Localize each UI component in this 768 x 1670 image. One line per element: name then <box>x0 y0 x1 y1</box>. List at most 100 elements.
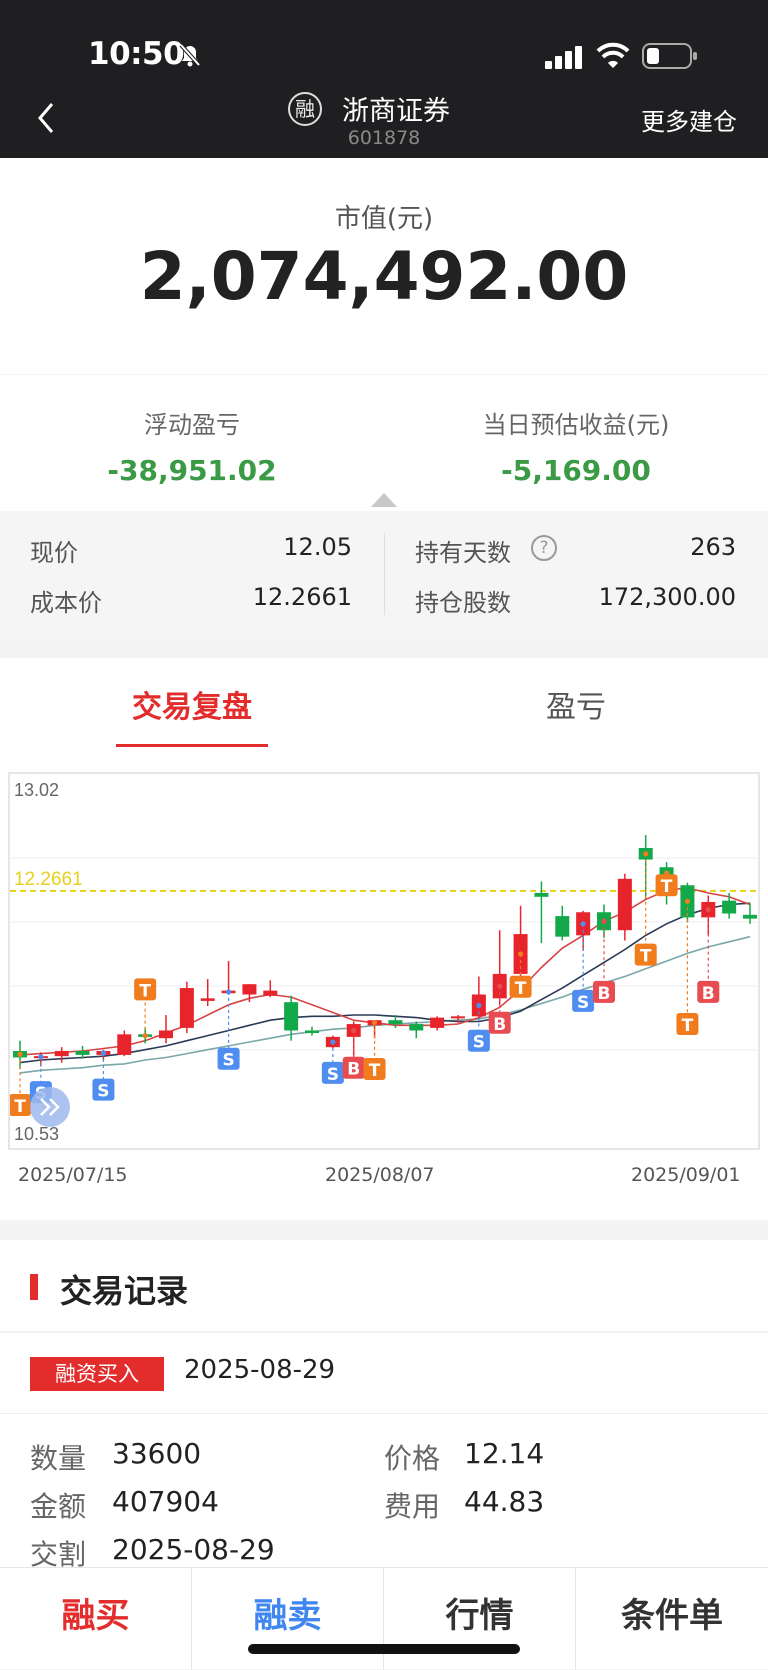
candle-body <box>388 1020 403 1025</box>
marker-dot <box>497 983 503 989</box>
market-value: 2,074,492.00 <box>139 238 629 315</box>
margin-account-logo: 融 <box>288 92 322 126</box>
trade-marker-label: S <box>577 993 589 1013</box>
candle-body <box>743 914 757 919</box>
cellular-signal-icon <box>545 46 582 69</box>
trade-marker-label: T <box>682 1016 694 1036</box>
trade-review-chart: 13.0210.5312.2661TSSTSSBTSBTSBTTTB 2025/… <box>0 750 768 1220</box>
price-label: 价格 <box>384 1442 441 1475</box>
candle-body <box>451 1016 465 1019</box>
trade-marker-label: S <box>473 1033 485 1053</box>
chart-tabs: 交易复盘 盈亏 <box>0 658 768 750</box>
profit-loss-card: 浮动盈亏 -38,951.02 当日预估收益(元) -5,169.00 <box>0 375 768 511</box>
margin-sell-button[interactable]: 融卖 <box>192 1568 384 1670</box>
trade-records-header: 交易记录 <box>0 1240 768 1332</box>
more-build-button[interactable]: 更多建仓 <box>641 102 737 137</box>
marker-dot <box>684 898 691 904</box>
quote-button[interactable]: 行情 <box>384 1568 576 1670</box>
y-max-label: 13.02 <box>14 780 59 800</box>
marker-dot <box>705 907 711 913</box>
amount-value: 407904 <box>112 1485 219 1518</box>
x-tick-label: 2025/09/01 <box>631 1164 741 1186</box>
cost-price-label: 成本价 <box>30 589 102 617</box>
fee-label: 费用 <box>384 1490 441 1523</box>
candle-body <box>54 1051 69 1057</box>
candle-body <box>534 892 549 897</box>
daily-pl-value: -5,169.00 <box>501 454 651 487</box>
candle-body <box>179 988 194 1028</box>
tab-trade-review[interactable]: 交易复盘 <box>0 682 384 726</box>
candle-body <box>722 900 737 914</box>
hold-days-value: 263 <box>690 533 736 561</box>
section-accent-bar <box>30 1274 38 1300</box>
candle-body <box>430 1017 445 1028</box>
trade-marker-label: T <box>515 979 527 999</box>
trade-marker-label: B <box>702 984 715 1004</box>
candle-body <box>200 998 215 1001</box>
daily-pl-label: 当日预估收益(元) <box>482 411 670 439</box>
qty-label: 数量 <box>30 1442 87 1475</box>
chart-frame[interactable]: 13.0210.5312.2661TSSTSSBTSBTSBTTTB <box>8 772 760 1150</box>
candle-body <box>117 1034 132 1055</box>
trade-record-item[interactable]: 融资买入 2025-08-29 数量 33600 价格 12.14 金额 407… <box>0 1333 768 1573</box>
conditional-order-button[interactable]: 条件单 <box>576 1568 768 1670</box>
marker-dot <box>17 1051 23 1057</box>
trade-marker-label: T <box>369 1061 381 1081</box>
current-price-value: 12.05 <box>283 533 352 561</box>
marker-dot <box>517 951 524 957</box>
candle-body <box>305 1030 319 1034</box>
x-tick-label: 2025/08/07 <box>325 1164 435 1186</box>
wifi-icon <box>596 42 630 68</box>
battery-icon <box>642 43 697 69</box>
marker-dot <box>371 1020 378 1026</box>
x-tick-label: 2025/07/15 <box>18 1164 128 1186</box>
stock-name: 浙商证券 <box>342 96 450 127</box>
hold-shares-label: 持仓股数 <box>415 589 511 617</box>
y-min-label: 10.53 <box>14 1124 59 1144</box>
bell-muted-icon <box>179 43 201 67</box>
cost-price-value: 12.2661 <box>252 583 352 611</box>
trade-marker-label: T <box>640 947 652 967</box>
floating-pl: 浮动盈亏 -38,951.02 <box>0 405 384 487</box>
hold-days-label: 持有天数 <box>415 539 511 567</box>
marker-dot <box>100 1050 107 1056</box>
candle-body <box>284 1002 299 1031</box>
cost-price-label: 12.2661 <box>14 869 83 890</box>
floating-pl-value: -38,951.02 <box>107 454 277 487</box>
marker-dot <box>142 1033 148 1039</box>
settle-value: 2025-08-29 <box>112 1533 275 1566</box>
trade-marker-label: T <box>14 1097 26 1117</box>
divider <box>0 1413 768 1414</box>
qty-value: 33600 <box>112 1437 202 1470</box>
current-price-label: 现价 <box>30 539 78 567</box>
trade-marker-label: S <box>222 1051 234 1071</box>
marker-dot <box>351 1027 357 1034</box>
app-header: 10:50 融 浙商证券 601878 更多建仓 <box>0 0 768 158</box>
marker-dot <box>580 921 586 927</box>
trade-type-badge: 融资买入 <box>30 1357 164 1391</box>
tab-profit-loss[interactable]: 盈亏 <box>384 682 768 726</box>
margin-buy-button[interactable]: 融买 <box>0 1568 192 1670</box>
hold-shares-value: 172,300.00 <box>598 583 736 611</box>
candle-body <box>75 1051 90 1055</box>
active-tab-indicator <box>116 744 268 747</box>
fee-value: 44.83 <box>464 1485 545 1518</box>
marker-dot <box>476 1002 482 1009</box>
candle-body <box>242 984 257 995</box>
trade-date: 2025-08-29 <box>184 1355 336 1385</box>
candle-body <box>617 878 632 931</box>
market-value-card: 市值(元) 2,074,492.00 <box>0 158 768 374</box>
marker-dot <box>643 851 649 857</box>
marker-dot <box>601 918 607 924</box>
divider <box>384 533 385 615</box>
market-value-label: 市值(元) <box>334 204 434 234</box>
trade-marker-label: S <box>97 1082 109 1102</box>
collapse-arrow-icon[interactable] <box>371 493 397 507</box>
position-info-card: 现价 12.05 成本价 12.2661 持有天数 ? 263 持仓股数 172… <box>0 511 768 638</box>
trade-marker-label: B <box>493 1015 506 1035</box>
candle-body <box>263 990 278 996</box>
amount-label: 金额 <box>30 1490 87 1523</box>
home-indicator <box>248 1644 520 1654</box>
help-icon[interactable]: ? <box>531 535 557 561</box>
trade-marker-label: B <box>598 984 611 1004</box>
